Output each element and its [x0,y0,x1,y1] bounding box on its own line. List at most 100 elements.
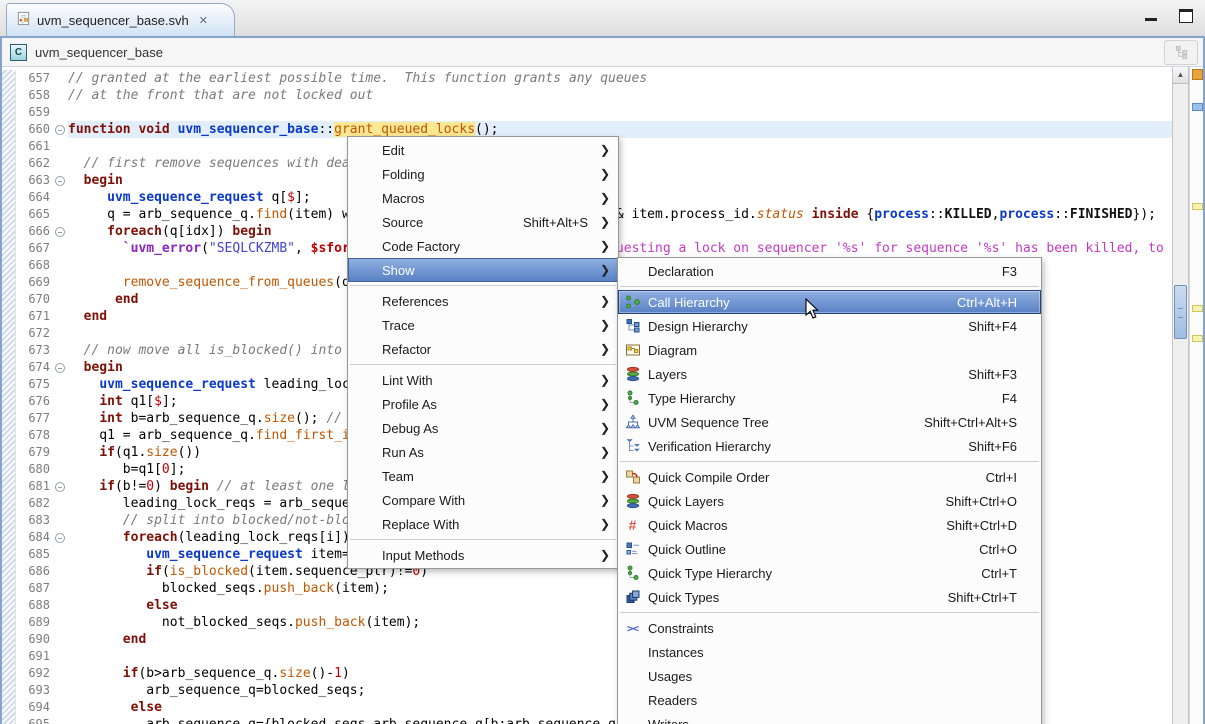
menu-item-quick-layers[interactable]: Quick LayersShift+Ctrl+O [618,489,1041,513]
menu-item-call-hierarchy[interactable]: Call HierarchyCtrl+Alt+H [618,290,1041,314]
menu-item-macros[interactable]: Macros❯ [348,186,618,210]
submenu-arrow-icon: ❯ [600,191,610,205]
fold-column [53,699,68,716]
scrollbar-thumb[interactable] [1174,285,1187,339]
code-line[interactable]: 658// at the front that are not locked o… [2,87,1172,104]
marker-bar [2,325,16,342]
scroll-up-arrow-icon[interactable]: ▲ [1173,67,1188,84]
menu-item-profile-as[interactable]: Profile As❯ [348,392,618,416]
menu-item-quick-type-hierarchy[interactable]: Quick Type HierarchyCtrl+T [618,561,1041,585]
menu-item-code-factory[interactable]: Code Factory❯ [348,234,618,258]
menu-item-edit[interactable]: Edit❯ [348,138,618,162]
menu-item-label: Design Hierarchy [648,319,948,334]
fold-column[interactable] [53,478,68,495]
menu-item-quick-compile-order[interactable]: Quick Compile OrderCtrl+I [618,465,1041,489]
macros-icon: # [624,517,641,533]
menu-item-show[interactable]: Show❯ [348,258,618,282]
menu-item-quick-types[interactable]: Quick TypesShift+Ctrl+T [618,585,1041,609]
menu-item-trace[interactable]: Trace❯ [348,313,618,337]
menu-item-usages[interactable]: Usages [618,664,1041,688]
menu-item-team[interactable]: Team❯ [348,464,618,488]
menu-item-label: Quick Outline [648,542,959,557]
fold-collapse-icon[interactable] [55,227,65,237]
menu-item-quick-macros[interactable]: #Quick MacrosShift+Ctrl+D [618,513,1041,537]
fold-collapse-icon[interactable] [55,176,65,186]
code-text: q = arb_sequence_q.find(item) with (item… [68,206,1172,223]
marker-bar [2,342,16,359]
close-icon[interactable]: ✕ [199,14,208,27]
menu-item-lint-with[interactable]: Lint With❯ [348,368,618,392]
maximize-icon[interactable] [1179,9,1193,23]
breadcrumb-item[interactable]: uvm_sequencer_base [35,45,163,60]
menu-item-label: Type Hierarchy [648,391,982,406]
fold-column[interactable] [53,172,68,189]
submenu-arrow-icon: ❯ [600,493,610,507]
fold-column[interactable] [53,223,68,240]
menu-item-debug-as[interactable]: Debug As❯ [348,416,618,440]
fold-column[interactable] [53,359,68,376]
line-number: 673 [16,342,53,359]
menu-item-constraints[interactable]: ><Constraints [618,616,1041,640]
occurrence-marker[interactable] [1192,103,1203,111]
menu-accelerator: Ctrl+O [979,542,1017,557]
fold-collapse-icon[interactable] [55,125,65,135]
menu-item-label: Macros [382,191,600,206]
menu-item-declaration[interactable]: DeclarationF3 [618,259,1041,283]
menu-item-run-as[interactable]: Run As❯ [348,440,618,464]
menu-item-diagram[interactable]: Diagram [618,338,1041,362]
fold-column[interactable] [53,529,68,546]
menu-item-refactor[interactable]: Refactor❯ [348,337,618,361]
line-number: 683 [16,512,53,529]
menu-item-references[interactable]: References❯ [348,289,618,313]
vertical-scrollbar[interactable]: ▲ [1172,67,1189,724]
line-number: 668 [16,257,53,274]
eclipse-window: uvm_sequencer_base.svh ✕ C uvm_sequencer… [0,0,1205,724]
code-line[interactable]: 657// granted at the earliest possible t… [2,70,1172,87]
menu-item-replace-with[interactable]: Replace With❯ [348,512,618,536]
menu-item-label: Constraints [648,621,1029,636]
menu-item-layers[interactable]: LayersShift+F3 [618,362,1041,386]
no-icon [624,692,641,708]
menu-item-design-hierarchy[interactable]: Design HierarchyShift+F4 [618,314,1041,338]
menu-item-type-hierarchy[interactable]: Type HierarchyF4 [618,386,1041,410]
menu-item-readers[interactable]: Readers [618,688,1041,712]
fold-column[interactable] [53,121,68,138]
hierarchy-button[interactable] [1164,40,1198,65]
occurrence-marker[interactable] [1192,305,1203,312]
overview-header-icon[interactable] [1192,69,1203,80]
menu-item-verification-hierarchy[interactable]: Verification HierarchyShift+F6 [618,434,1041,458]
minimize-icon[interactable] [1145,11,1157,21]
fold-column [53,410,68,427]
submenu-arrow-icon: ❯ [600,469,610,483]
menu-item-quick-outline[interactable]: Quick Outline Ctrl+O [618,537,1041,561]
marker-bar [2,274,16,291]
overview-ruler[interactable] [1189,67,1203,724]
menu-item-label: Layers [648,367,948,382]
fold-column [53,546,68,563]
tab-uvm-sequencer-base-svh[interactable]: uvm_sequencer_base.svh ✕ [6,3,235,37]
menu-item-compare-with[interactable]: Compare With❯ [348,488,618,512]
fold-collapse-icon[interactable] [55,533,65,543]
menu-item-source[interactable]: SourceShift+Alt+S❯ [348,210,618,234]
code-line[interactable]: 659 [2,104,1172,121]
occurrence-marker[interactable] [1192,335,1203,342]
marker-bar [2,444,16,461]
menu-item-label: Input Methods [382,548,600,563]
submenu-arrow-icon: ❯ [600,373,610,387]
menu-item-folding[interactable]: Folding❯ [348,162,618,186]
submenu-arrow-icon: ❯ [600,167,610,181]
menu-item-input-methods[interactable]: Input Methods❯ [348,543,618,567]
menu-item-uvm-sequence-tree[interactable]: UVM Sequence TreeShift+Ctrl+Alt+S [618,410,1041,434]
marker-bar [2,597,16,614]
menu-item-writers[interactable]: Writers [618,712,1041,724]
fold-collapse-icon[interactable] [55,482,65,492]
types-icon [624,589,641,605]
occurrence-marker[interactable] [1192,203,1203,210]
fold-collapse-icon[interactable] [55,363,65,373]
menu-item-label: Quick Macros [648,518,926,533]
marker-bar [2,87,16,104]
menu-item-instances[interactable]: Instances [618,640,1041,664]
marker-bar [2,121,16,138]
marker-bar [2,478,16,495]
fold-column [53,393,68,410]
